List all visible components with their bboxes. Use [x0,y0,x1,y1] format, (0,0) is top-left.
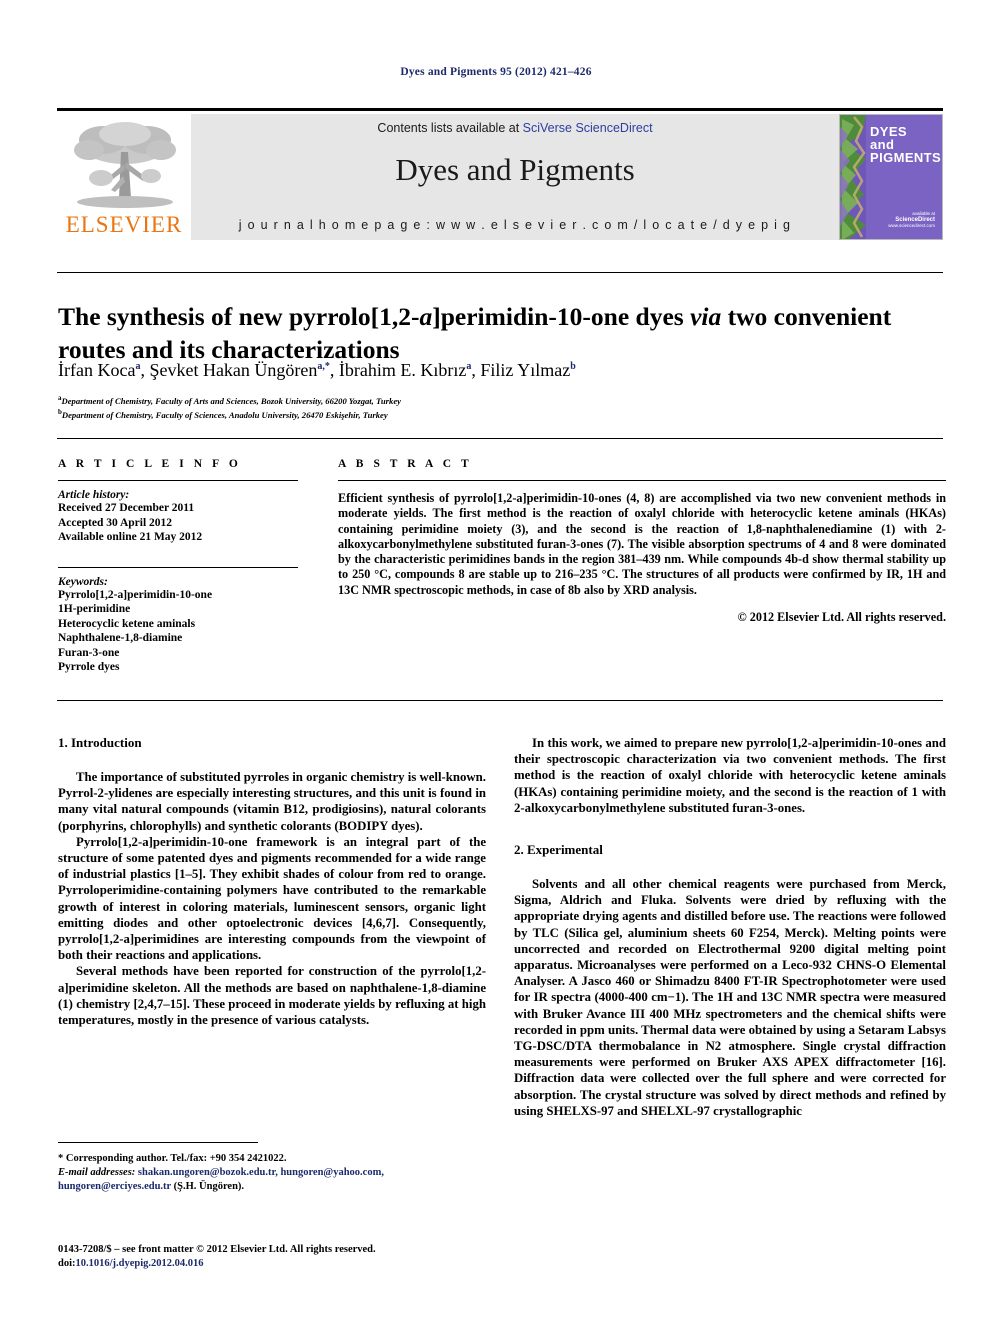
corresponding-author-note: * Corresponding author. Tel./fax: +90 35… [58,1153,287,1164]
abstract-rule [338,480,946,481]
journal-band: Contents lists available at SciVerse Sci… [191,114,839,240]
author-mark: b [570,361,576,372]
keyword-item: Pyrrole dyes [58,661,120,673]
keywords-rule [58,566,298,568]
elsevier-tree-icon [74,122,176,208]
abstract-column: A B S T R A C T Efficient synthesis of p… [338,458,946,625]
article-history-label: Article history: [58,489,130,501]
email-note: E-mail addresses: shakan.ungoren@bozok.e… [58,1166,486,1194]
article-info-column: A R T I C L E I N F O Article history: R… [58,458,298,675]
doi-line: doi:10.1016/j.dyepig.2012.04.016 [58,1257,528,1271]
running-head: Dyes and Pigments 95 (2012) 421–426 [400,66,592,78]
paragraph: The importance of substituted pyrroles i… [58,770,486,833]
journal-homepage-line: j o u r n a l h o m e p a g e : w w w . … [238,218,792,232]
footnote-divider [58,1142,258,1143]
cover-title-line3: PIGMENTS [870,150,942,165]
author-mark: a,* [317,361,330,372]
article-info-heading: A R T I C L E I N F O [58,458,242,470]
title-part-1: The synthesis of new pyrrolo[1,2- [58,302,420,332]
keywords-block: Keywords: Pyrrolo[1,2-a]perimidin-10-one… [58,566,298,675]
author-name[interactable]: İrfan Koca [58,360,135,380]
author-name[interactable]: İbrahim E. Kıbrız [339,360,466,380]
affiliation-item: bDepartment of Chemistry, Faculty of Sci… [58,407,946,421]
paragraph: Several methods have been reported for c… [58,964,486,1028]
abstract-band-bottom-rule [57,700,943,701]
footnote-block: * Corresponding author. Tel./fax: +90 35… [58,1152,486,1194]
imprint-block: 0143-7208/$ – see front matter © 2012 El… [58,1243,528,1271]
affiliation-text: Department of Chemistry, Faculty of Scie… [61,410,388,421]
journal-title: Dyes and Pigments [395,152,635,187]
article-info-rule [58,480,298,481]
cover-foot-url: www.sciencedirect.com [888,223,935,228]
affiliation-list: aDepartment of Chemistry, Faculty of Art… [58,393,946,422]
abstract-text: Efficient synthesis of pyrrolo[1,2-a]per… [338,491,946,597]
section-heading-experimental: 2. Experimental [514,842,603,858]
journal-cover-thumbnail[interactable]: DYES and PIGMENTS available at ScienceDi… [839,114,943,240]
keyword-item: Pyrrolo[1,2-a]perimidin-10-one [58,588,213,601]
keyword-item: Furan-3-one [58,646,120,659]
affiliation-item: aDepartment of Chemistry, Faculty of Art… [58,393,946,407]
journal-article-page: Dyes and Pigments 95 (2012) 421–426 ELSE… [0,0,992,1323]
contents-available-line: Contents lists available at SciVerse Sci… [191,121,839,135]
issn-line: 0143-7208/$ – see front matter © 2012 El… [58,1244,376,1255]
author-mark: a [466,361,472,372]
email-label: E-mail addresses: [58,1167,136,1178]
cover-title: DYES and PIGMENTS [870,125,941,164]
cover-artwork [840,115,866,239]
paragraph: Pyrrolo[1,2-a]perimidin-10-one framework… [58,834,486,963]
abstract-band-top-rule [57,438,943,439]
keyword-item: 1H-perimidine [58,603,131,615]
doi-label: doi: [58,1258,76,1269]
elsevier-wordmark: ELSEVIER [65,212,183,237]
body-column-left: 1. Introduction The importance of substi… [58,735,486,1028]
body-column-right: In this work, we aimed to prepare new py… [514,735,946,1119]
title-italic-1: a [419,302,433,332]
title-divider [57,272,943,273]
keywords-label: Keywords: [58,575,108,588]
section-heading-introduction: 1. Introduction [58,735,142,750]
paragraph: In this work, we aimed to prepare new py… [514,736,946,815]
article-history-item: Received 27 December 2011 [58,502,195,514]
article-history-item: Accepted 30 April 2012 [58,516,173,529]
keyword-item: Heterocyclic ketene aminals [58,617,196,630]
abstract-heading: A B S T R A C T [338,458,473,470]
author-list: İrfan Kocaa, Şevket Hakan Üngörena,*, İb… [58,360,576,380]
title-part-2: ]perimidin-10-one dyes [432,302,691,332]
paragraph: Solvents and all other chemical reagents… [514,877,946,1118]
author-mark: a [135,361,141,372]
abstract-copyright: © 2012 Elsevier Ltd. All rights reserved… [737,610,946,625]
affiliation-text: Department of Chemistry, Faculty of Arts… [61,395,401,406]
contents-prefix: Contents lists available at [377,121,523,135]
doi-link[interactable]: 10.1016/j.dyepig.2012.04.016 [76,1258,204,1269]
keyword-item: Naphthalene-1,8-diamine [58,632,183,644]
author-name[interactable]: Filiz Yılmaz [480,360,570,380]
journal-masthead: ELSEVIER Contents lists available at Sci… [57,108,943,240]
sciencedirect-link[interactable]: SciVerse ScienceDirect [523,121,653,135]
author-name[interactable]: Şevket Hakan Üngören [149,360,317,380]
title-italic-2: via [690,302,722,332]
elsevier-logo: ELSEVIER [57,114,191,240]
cover-footer: available at ScienceDirect www.sciencedi… [888,211,935,229]
article-history-item: Available online 21 May 2012 [58,531,203,543]
email-owner: (Ş.H. Üngören). [173,1181,245,1192]
